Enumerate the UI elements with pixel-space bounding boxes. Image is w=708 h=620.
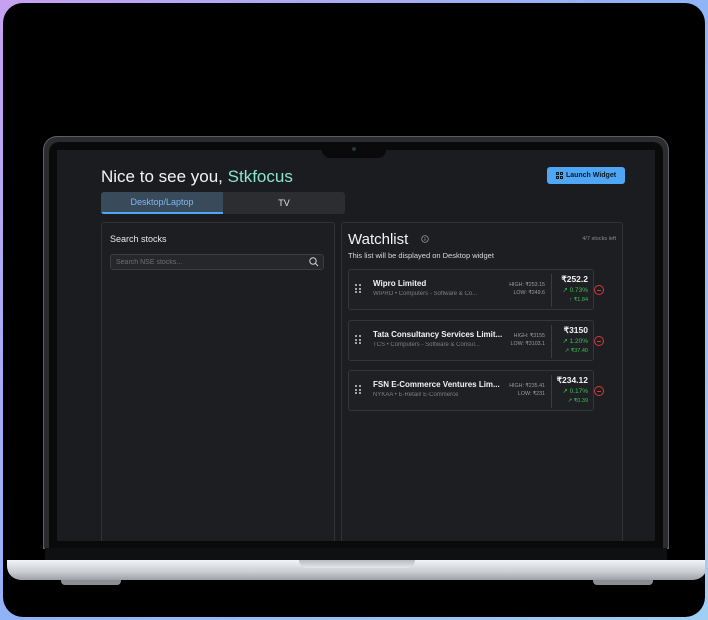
drag-handle-icon[interactable] — [355, 385, 361, 394]
brand-name: Stkfocus — [227, 167, 293, 186]
watchlist-panel: Watchlist 4/7 stocks left This list will… — [341, 222, 623, 541]
opening-notch — [299, 560, 415, 568]
stock-meta: WIPRO • Computers - Software & Co... — [373, 291, 478, 297]
stock-name: Tata Consultancy Services Limit... — [373, 330, 503, 339]
drag-handle-icon[interactable] — [355, 284, 361, 293]
stock-high: HIGH: ₹3155 — [513, 333, 545, 339]
watchlist-subtitle: This list will be displayed on Desktop w… — [348, 251, 494, 260]
remove-stock-icon[interactable] — [594, 386, 604, 396]
drag-handle-icon[interactable] — [355, 335, 361, 344]
laptop-foot — [593, 580, 653, 585]
stock-price: ₹252.2 — [561, 274, 588, 284]
stock-low: LOW: ₹249.6 — [513, 290, 545, 296]
tab-tv[interactable]: TV — [223, 192, 345, 214]
camera-notch — [322, 142, 386, 158]
stock-card[interactable]: Wipro Limited WIPRO • Computers - Softwa… — [348, 269, 594, 310]
device-tabs: Desktop/Laptop TV — [101, 192, 345, 214]
remove-stock-icon[interactable] — [594, 336, 604, 346]
laptop-screen: Nice to see you, Stkfocus Launch Widget … — [57, 150, 655, 541]
stock-value-change: ↗ ₹0.39 — [567, 398, 588, 404]
search-box — [110, 254, 324, 270]
watchlist-title: Watchlist — [348, 231, 409, 248]
search-input[interactable] — [111, 258, 308, 266]
stock-value-change: ↑ ₹1.84 — [569, 297, 588, 303]
divider — [551, 325, 552, 358]
hinge — [45, 548, 667, 560]
laptop-bezel: Nice to see you, Stkfocus Launch Widget … — [49, 142, 663, 549]
divider — [551, 274, 552, 307]
divider — [551, 375, 552, 408]
search-panel-title: Search stocks — [110, 234, 167, 244]
stock-name: Wipro Limited — [373, 279, 427, 288]
page-title: Nice to see you, Stkfocus — [101, 167, 293, 187]
stock-percent-change: ↗ 0.17% — [562, 388, 588, 395]
search-panel: Search stocks — [101, 222, 335, 541]
stock-value-change: ↗ ₹37.40 — [564, 348, 588, 354]
stock-low: LOW: ₹231 — [517, 391, 545, 397]
tab-desktop-laptop[interactable]: Desktop/Laptop — [101, 192, 223, 214]
search-icon[interactable] — [308, 256, 320, 268]
stock-price: ₹234.12 — [556, 375, 588, 385]
laptop-foot — [61, 580, 121, 585]
stock-card[interactable]: FSN E-Commerce Ventures Lim... NYKAA • E… — [348, 370, 594, 411]
stock-price: ₹3150 — [563, 325, 588, 335]
laptop-base — [3, 548, 705, 588]
stock-meta: NYKAA • E-Retail/ E-Commerce — [373, 392, 459, 398]
launch-widget-button[interactable]: Launch Widget — [547, 167, 625, 184]
laptop-lid: Nice to see you, Stkfocus Launch Widget … — [43, 136, 669, 549]
launch-widget-label: Launch Widget — [565, 172, 617, 179]
widget-grid-icon — [555, 172, 563, 179]
stock-percent-change: ↗ 0.73% — [562, 287, 588, 294]
camera-icon — [352, 147, 356, 151]
stock-low: LOW: ₹3103.1 — [510, 341, 545, 347]
stocks-left-count: 4/7 stocks left — [582, 236, 616, 242]
greeting-text: Nice to see you, — [101, 167, 223, 186]
stock-name: FSN E-Commerce Ventures Lim... — [373, 380, 500, 389]
remove-stock-icon[interactable] — [594, 285, 604, 295]
stock-percent-change: ↗ 1.20% — [562, 338, 588, 345]
device-frame: Nice to see you, Stkfocus Launch Widget … — [3, 3, 705, 617]
stock-meta: TCS • Computers - Software & Consul... — [373, 342, 480, 348]
info-icon[interactable] — [421, 235, 429, 243]
stock-high: HIGH: ₹235.41 — [509, 383, 545, 389]
stock-high: HIGH: ₹253.15 — [509, 282, 545, 288]
stock-card[interactable]: Tata Consultancy Services Limit... TCS •… — [348, 320, 594, 361]
